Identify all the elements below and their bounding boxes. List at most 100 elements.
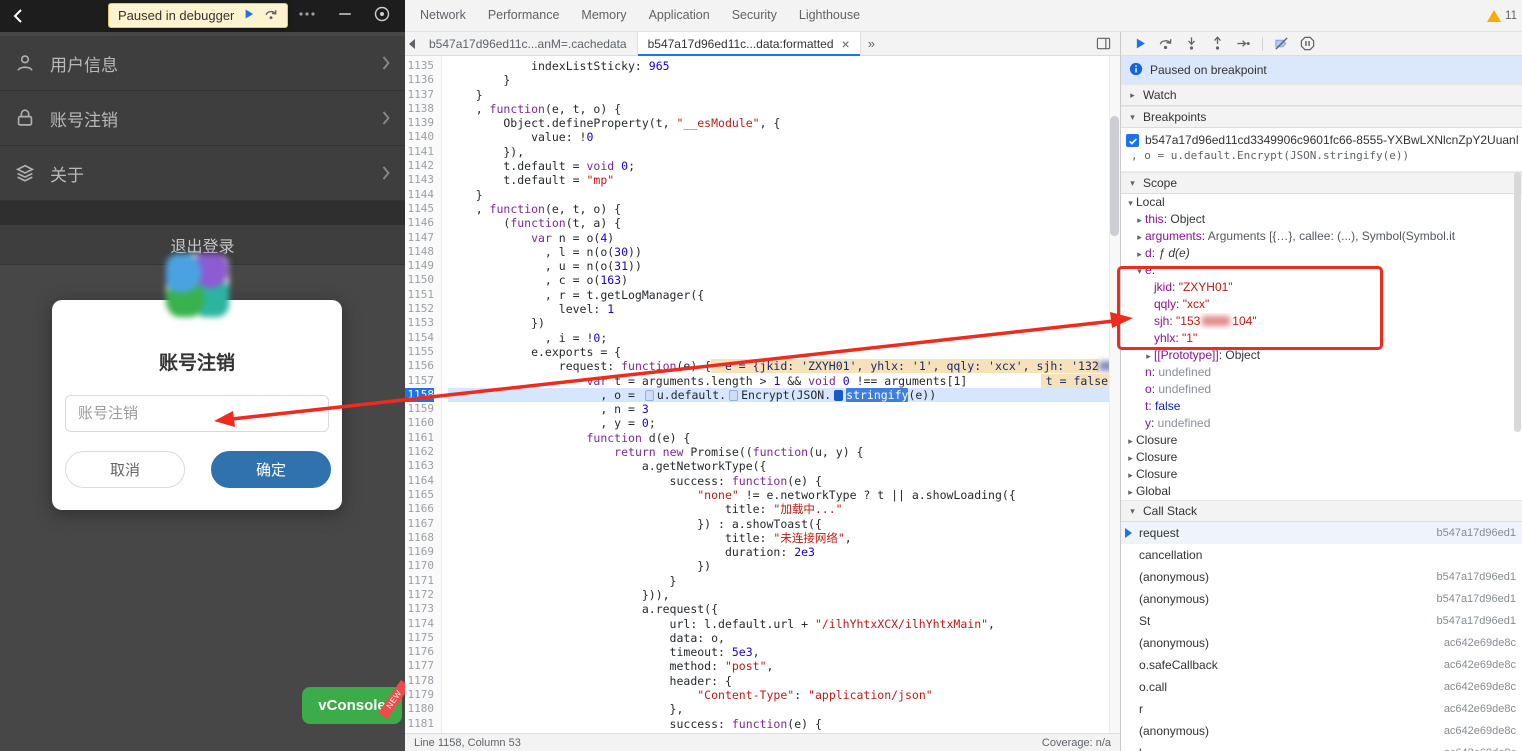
- code-line[interactable]: t.default = "mp": [448, 173, 1120, 187]
- line-number[interactable]: 1137: [405, 88, 435, 102]
- line-number[interactable]: 1136: [405, 73, 435, 87]
- line-number[interactable]: 1162: [405, 445, 435, 459]
- code-line[interactable]: , o = u.default. Encrypt(JSON. stringify(e…: [448, 387, 1120, 403]
- code-line[interactable]: title: "未连接网络",: [448, 531, 1120, 545]
- menu-item-user[interactable]: 用户信息: [0, 36, 405, 91]
- line-number[interactable]: 1138: [405, 102, 435, 116]
- scope-variable-row[interactable]: sjh: "153 104": [1121, 313, 1522, 330]
- code-line[interactable]: success: function(e) {: [448, 474, 1120, 488]
- code-line[interactable]: var n = o(4): [448, 231, 1120, 245]
- line-number[interactable]: 1175: [405, 631, 435, 645]
- code-line[interactable]: function d(e) {: [448, 431, 1120, 445]
- step-over-icon[interactable]: [264, 7, 278, 24]
- scope-variable-row[interactable]: y: undefined: [1121, 415, 1522, 432]
- devtools-tab-security[interactable]: Security: [721, 0, 788, 31]
- code-line[interactable]: }: [448, 188, 1120, 202]
- devtools-tab-lighthouse[interactable]: Lighthouse: [788, 0, 871, 31]
- sidebar-toggle-icon[interactable]: [1096, 36, 1111, 51]
- code-line[interactable]: level: 1: [448, 302, 1120, 316]
- line-number[interactable]: 1152: [405, 302, 435, 316]
- code-line[interactable]: , y = 0;: [448, 416, 1120, 430]
- code-line[interactable]: method: "post",: [448, 659, 1120, 673]
- line-number[interactable]: 1150: [405, 273, 435, 287]
- line-number[interactable]: 1156: [405, 359, 435, 373]
- code-line[interactable]: , i = !0;: [448, 331, 1120, 345]
- menu-item-layers[interactable]: 关于: [0, 146, 405, 201]
- code-line[interactable]: }: [448, 574, 1120, 588]
- confirm-button[interactable]: 确定: [211, 451, 331, 488]
- pause-on-exceptions-icon[interactable]: [1300, 36, 1315, 51]
- call-stack-frame[interactable]: request b547a17d96ed1: [1121, 522, 1522, 544]
- scope-variable-row[interactable]: ▸ this: Object: [1121, 211, 1522, 228]
- step-out-icon[interactable]: [1210, 36, 1225, 51]
- code-line[interactable]: , c = o(163): [448, 273, 1120, 287]
- line-number[interactable]: 1147: [405, 231, 435, 245]
- scope-variable-row[interactable]: qqly: "xcx": [1121, 296, 1522, 313]
- tabs-overflow-icon[interactable]: »: [861, 36, 882, 51]
- inline-breakpoint-active-icon[interactable]: [834, 389, 844, 401]
- call-stack-frame[interactable]: o.call ac642e69de8c: [1121, 676, 1522, 698]
- scope-variable-row[interactable]: ▸ d: ƒ d(e): [1121, 245, 1522, 262]
- line-number[interactable]: 1180: [405, 702, 435, 716]
- call-stack-frame[interactable]: (anonymous) ac642e69de8c: [1121, 632, 1522, 654]
- scope-section-row[interactable]: ▸ Closure: [1121, 449, 1522, 466]
- scope-section-row[interactable]: ▸ Closure: [1121, 466, 1522, 483]
- line-number[interactable]: 1166: [405, 502, 435, 516]
- code-line[interactable]: Object.defineProperty(t, "__esModule", {: [448, 116, 1120, 130]
- line-number[interactable]: 1170: [405, 559, 435, 573]
- code-line[interactable]: header: {: [448, 674, 1120, 688]
- line-number[interactable]: 1135: [405, 59, 435, 73]
- line-number[interactable]: 1168: [405, 531, 435, 545]
- line-number[interactable]: 1151: [405, 288, 435, 302]
- line-number[interactable]: 1140: [405, 130, 435, 144]
- scope-variable-row[interactable]: ▾ e:: [1121, 262, 1522, 279]
- call-stack-section-header[interactable]: ▾ Call Stack: [1121, 500, 1522, 522]
- code-line[interactable]: t.default = void 0;: [448, 159, 1120, 173]
- call-stack-frame[interactable]: cancellation: [1121, 544, 1522, 566]
- step-icon[interactable]: [1236, 36, 1251, 51]
- resume-icon[interactable]: [1134, 37, 1147, 50]
- code-line[interactable]: url: l.default.url + "/ilhYhtxXCX/ilhYht…: [448, 617, 1120, 631]
- line-number[interactable]: 1176: [405, 645, 435, 659]
- call-stack-frame[interactable]: r ac642e69de8c: [1121, 698, 1522, 720]
- line-number[interactable]: 1145: [405, 202, 435, 216]
- code-line[interactable]: e.exports = {: [448, 345, 1120, 359]
- scope-variable-row[interactable]: yhlx: "1": [1121, 330, 1522, 347]
- line-number[interactable]: 1172: [405, 588, 435, 602]
- scope-section-row[interactable]: ▾ Local: [1121, 194, 1522, 211]
- line-number[interactable]: 1143: [405, 173, 435, 187]
- line-number[interactable]: 1159: [405, 402, 435, 416]
- file-tab[interactable]: b547a17d96ed11c...data:formatted ×: [637, 31, 861, 56]
- account-input[interactable]: [65, 395, 329, 432]
- line-number[interactable]: 1154: [405, 331, 435, 345]
- line-number[interactable]: 1179: [405, 688, 435, 702]
- step-into-icon[interactable]: [1184, 36, 1199, 51]
- minimize-icon[interactable]: [337, 6, 353, 27]
- code-line[interactable]: title: "加载中...": [448, 502, 1120, 516]
- code-line[interactable]: , l = n(o(30)): [448, 245, 1120, 259]
- line-number[interactable]: 1167: [405, 517, 435, 531]
- code-line[interactable]: indexListSticky: 965: [448, 59, 1120, 73]
- code-editor[interactable]: 1135 1136 1137 1138 1139 1140 1141 1142 1143 1144…: [405, 56, 1120, 733]
- scope-section-header[interactable]: ▾ Scope: [1121, 172, 1522, 194]
- file-tab[interactable]: b547a17d96ed11c...anM=.cachedata: [419, 31, 638, 56]
- line-number[interactable]: 1160: [405, 416, 435, 430]
- call-stack-frame[interactable]: (anonymous) ac642e69de8c: [1121, 720, 1522, 742]
- code-line[interactable]: , u = n(o(31)): [448, 259, 1120, 273]
- code-line[interactable]: }): [448, 316, 1120, 330]
- code-line[interactable]: data: o,: [448, 631, 1120, 645]
- code-line[interactable]: , r = t.getLogManager({: [448, 288, 1120, 302]
- scope-variable-row[interactable]: t: false: [1121, 398, 1522, 415]
- line-number[interactable]: 1141: [405, 145, 435, 159]
- code-line[interactable]: a.getNetworkType({: [448, 459, 1120, 473]
- line-number[interactable]: 1155: [405, 345, 435, 359]
- scope-variable-row[interactable]: ▸ [[Prototype]]: Object: [1121, 347, 1522, 364]
- code-line[interactable]: "none" != e.networkType ? t || a.showLoa…: [448, 488, 1120, 502]
- scope-section-row[interactable]: ▸ Global: [1121, 483, 1522, 500]
- line-number[interactable]: 1165: [405, 488, 435, 502]
- scope-section-row[interactable]: ▸ Closure: [1121, 432, 1522, 449]
- breakpoints-section-header[interactable]: ▾ Breakpoints: [1121, 106, 1522, 128]
- line-number[interactable]: 1164: [405, 474, 435, 488]
- scope-variable-row[interactable]: ▸ arguments: Arguments [{…}, callee: (...…: [1121, 228, 1522, 245]
- line-number[interactable]: 1148: [405, 245, 435, 259]
